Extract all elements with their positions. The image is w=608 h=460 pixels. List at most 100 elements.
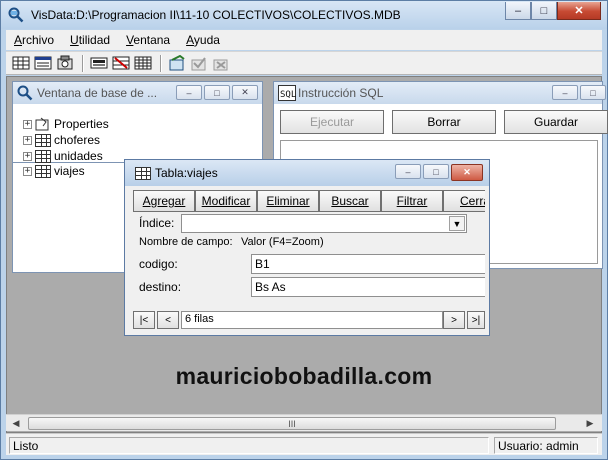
value-header: Valor (F4=Zoom) bbox=[241, 236, 324, 248]
status-text: Listo bbox=[9, 437, 489, 454]
database-window-title-bar[interactable]: Ventana de base de ... – □ ✕ bbox=[13, 82, 262, 104]
ejecutar-button[interactable]: Ejecutar bbox=[280, 110, 384, 134]
tree-item-label: choferes bbox=[54, 133, 101, 147]
maximize-icon: □ bbox=[590, 87, 596, 98]
expand-icon[interactable]: + bbox=[23, 119, 32, 129]
database-window-lower: + viajes bbox=[12, 163, 125, 273]
minimize-icon: – bbox=[405, 166, 411, 177]
field-name-header: Nombre de campo: bbox=[139, 236, 233, 248]
title-bar[interactable]: VisData:D:\Programacion II\11-10 COLECTI… bbox=[1, 1, 607, 29]
visdata-app-icon bbox=[8, 7, 24, 23]
field-label-destino: destino: bbox=[139, 280, 182, 294]
table-icon bbox=[135, 167, 151, 180]
tree-item-properties[interactable]: + Properties bbox=[23, 116, 109, 132]
previous-record-button[interactable]: < bbox=[157, 311, 179, 329]
minimize-icon: – bbox=[186, 87, 192, 98]
menu-bar: Archivo Utilidad Ventana Ayuda bbox=[6, 30, 602, 50]
close-icon: ✕ bbox=[574, 5, 584, 17]
tree-item-viajes[interactable]: + viajes bbox=[23, 163, 85, 179]
menu-ayuda[interactable]: Ayuda bbox=[178, 33, 228, 47]
svg-text:SQL: SQL bbox=[280, 90, 296, 100]
horizontal-scrollbar[interactable]: ◀ III ▶ bbox=[6, 414, 602, 431]
borrar-button[interactable]: Borrar bbox=[392, 110, 496, 134]
database-window-icon bbox=[17, 85, 33, 101]
scrollbar-thumb[interactable]: III bbox=[28, 417, 556, 430]
tree-item-label: unidades bbox=[54, 149, 103, 163]
visdata-main-window: VisData:D:\Programacion II\11-10 COLECTI… bbox=[0, 0, 608, 460]
snapshot-type-icon[interactable] bbox=[34, 55, 52, 71]
table-window-title-bar[interactable]: Tabla:viajes – □ ✕ bbox=[125, 160, 489, 186]
maximize-icon: □ bbox=[540, 4, 548, 17]
field-label-codigo: codigo: bbox=[139, 257, 178, 271]
table-window-maximize-button[interactable]: □ bbox=[423, 164, 449, 179]
maximize-icon: □ bbox=[214, 87, 220, 98]
sql-icon: SQL bbox=[278, 85, 296, 101]
commit-transaction-icon[interactable] bbox=[190, 55, 208, 71]
sql-window-minimize-button[interactable]: – bbox=[552, 85, 578, 100]
close-button[interactable]: ✕ bbox=[557, 2, 601, 20]
database-window-maximize-button[interactable]: □ bbox=[204, 85, 230, 100]
no-data-control-icon[interactable] bbox=[112, 55, 130, 71]
table-window-minimize-button[interactable]: – bbox=[395, 164, 421, 179]
close-icon: ✕ bbox=[241, 87, 249, 97]
rollback-transaction-icon[interactable] bbox=[212, 55, 230, 71]
maximize-icon: □ bbox=[433, 166, 439, 177]
scroll-right-icon[interactable]: ▶ bbox=[582, 416, 598, 431]
indice-combobox[interactable]: ▼ bbox=[181, 214, 467, 233]
maximize-button[interactable]: □ bbox=[531, 2, 557, 20]
toolbar-separator bbox=[160, 55, 162, 72]
window-title: VisData:D:\Programacion II\11-10 COLECTI… bbox=[31, 8, 401, 22]
toolbar-separator bbox=[82, 55, 84, 72]
next-record-button[interactable]: > bbox=[443, 311, 465, 329]
field-value-destino[interactable]: Bs As bbox=[251, 277, 485, 297]
status-bar: Listo Usuario: admin bbox=[6, 433, 602, 455]
database-window-minimize-button[interactable]: – bbox=[176, 85, 202, 100]
chevron-down-icon[interactable]: ▼ bbox=[449, 216, 465, 231]
last-record-button[interactable]: >| bbox=[467, 311, 485, 329]
grip-icon: III bbox=[288, 418, 296, 429]
cerrar-button[interactable]: Cerra bbox=[443, 190, 485, 212]
expand-icon[interactable]: + bbox=[23, 151, 32, 161]
sql-window-maximize-button[interactable]: □ bbox=[580, 85, 606, 100]
table-icon bbox=[35, 133, 51, 147]
filtrar-button[interactable]: Filtrar bbox=[381, 190, 443, 212]
expand-icon[interactable]: + bbox=[23, 135, 32, 145]
close-icon: ✕ bbox=[463, 167, 471, 177]
field-value-codigo[interactable]: B1 bbox=[251, 254, 485, 274]
scroll-left-icon[interactable]: ◀ bbox=[8, 416, 24, 431]
eliminar-button[interactable]: Eliminar bbox=[257, 190, 319, 212]
menu-ventana[interactable]: Ventana bbox=[118, 33, 178, 47]
menu-archivo[interactable]: Archivo bbox=[6, 33, 62, 47]
table-icon bbox=[35, 149, 51, 163]
toolbar bbox=[6, 51, 602, 75]
tree-item-unidades[interactable]: + unidades bbox=[23, 148, 103, 164]
data-grid-icon[interactable] bbox=[134, 55, 152, 71]
first-record-button[interactable]: |< bbox=[133, 311, 155, 329]
tree-item-choferes[interactable]: + choferes bbox=[23, 132, 100, 148]
table-icon bbox=[35, 164, 51, 178]
modificar-button[interactable]: Modificar bbox=[195, 190, 257, 212]
minimize-icon: – bbox=[514, 4, 522, 17]
tree-item-label: Properties bbox=[54, 117, 109, 131]
expand-icon[interactable]: + bbox=[23, 166, 32, 176]
minimize-button[interactable]: – bbox=[505, 2, 531, 20]
data-control-icon[interactable] bbox=[90, 55, 108, 71]
tree-item-label: viajes bbox=[54, 164, 85, 178]
agregar-button[interactable]: Agregar bbox=[133, 190, 195, 212]
database-window-title: Ventana de base de ... bbox=[37, 86, 158, 100]
forward-only-icon[interactable] bbox=[56, 55, 74, 71]
begin-transaction-icon[interactable] bbox=[168, 55, 186, 71]
sql-window-title-bar[interactable]: SQL Instrucción SQL – □ bbox=[274, 82, 606, 104]
database-window-close-button[interactable]: ✕ bbox=[232, 85, 258, 100]
record-position-box: 6 filas bbox=[181, 311, 443, 329]
table-window: Tabla:viajes – □ ✕ Agregar Modificar Eli… bbox=[124, 159, 490, 336]
table-window-title: Tabla:viajes bbox=[155, 166, 218, 180]
guardar-button[interactable]: Guardar bbox=[504, 110, 608, 134]
menu-utilidad[interactable]: Utilidad bbox=[62, 33, 118, 47]
buscar-button[interactable]: Buscar bbox=[319, 190, 381, 212]
watermark-text: mauriciobobadilla.com bbox=[175, 363, 433, 389]
database-window: Ventana de base de ... – □ ✕ + Propertie… bbox=[12, 81, 263, 163]
table-window-close-button[interactable]: ✕ bbox=[451, 164, 483, 181]
sql-window-title: Instrucción SQL bbox=[298, 86, 384, 100]
dynaset-type-icon[interactable] bbox=[12, 55, 30, 71]
